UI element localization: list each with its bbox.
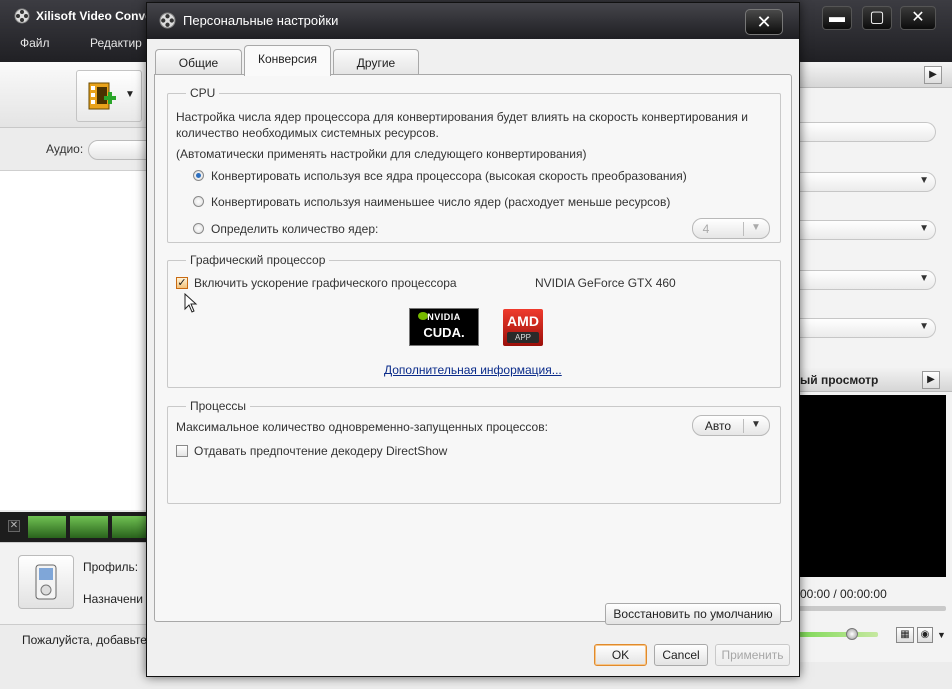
close-icon: ✕: [756, 12, 772, 32]
mouse-cursor-icon: [184, 293, 198, 313]
audio-label: Аудио:: [46, 142, 84, 156]
directshow-checkbox[interactable]: [176, 445, 188, 457]
menu-file[interactable]: Файл: [20, 36, 50, 50]
cancel-button[interactable]: Cancel: [654, 644, 708, 666]
gpu-group-legend: Графический процессор: [186, 253, 330, 267]
chevron-down-icon[interactable]: ▼: [937, 630, 946, 640]
expand-right-button[interactable]: ▶: [924, 66, 942, 84]
gpu-acceleration-checkbox[interactable]: ✓: [176, 277, 188, 289]
right-select-1[interactable]: ▼: [798, 172, 936, 192]
gpu-acceleration-label[interactable]: Включить ускорение графического процессо…: [194, 276, 457, 290]
amd-app-logo: AMD APP: [503, 309, 543, 346]
right-text-field[interactable]: [798, 122, 936, 142]
cores-count-value: 4: [702, 222, 710, 236]
preview-screen: [798, 395, 946, 577]
dialog-close-button[interactable]: ✕: [745, 9, 783, 35]
menu-edit[interactable]: Редактир: [90, 36, 142, 50]
max-processes-value: Авто: [704, 419, 732, 433]
conversion-tab-panel: CPU Настройка числа ядер процессора для …: [154, 74, 792, 625]
chevron-down-icon: ▼: [751, 222, 761, 233]
checkmark-icon: ✓: [177, 277, 187, 289]
dialog-titlebar: Персональные настройки ✕: [147, 3, 799, 39]
volume-slider[interactable]: [798, 632, 878, 637]
apply-button[interactable]: Применить: [715, 644, 790, 666]
audio-wave-bar: [0, 512, 148, 542]
time-readout: 00:00 / 00:00:00: [800, 587, 887, 601]
chevron-down-icon: ▼: [919, 175, 929, 186]
add-video-button[interactable]: ▼: [76, 70, 142, 122]
snapshot-settings-icon[interactable]: ▦: [896, 627, 914, 643]
minimize-button[interactable]: ▬: [822, 6, 852, 30]
chevron-down-icon: ▼: [919, 273, 929, 284]
preview-expand-button[interactable]: ▶: [922, 371, 940, 389]
radio-custom-cores-label[interactable]: Определить количество ядер:: [211, 222, 378, 236]
maximize-icon: ▢: [869, 9, 885, 26]
cpu-group-legend: CPU: [186, 86, 220, 100]
volume-handle[interactable]: [846, 628, 858, 640]
play-arrow-icon: ▶: [929, 69, 937, 80]
app-close-button[interactable]: ✕: [900, 6, 936, 30]
cpu-description-line-1: Настройка числа ядер процессора для конв…: [176, 110, 748, 124]
cores-count-select[interactable]: 4 ▼: [692, 218, 770, 239]
device-profile-button[interactable]: [18, 555, 74, 609]
app-logo-icon: [159, 12, 176, 29]
destination-label: Назначени: [83, 592, 143, 606]
close-icon: ✕: [911, 9, 925, 26]
app-logo-icon: [14, 8, 30, 24]
play-arrow-icon: ▶: [927, 374, 935, 385]
gpu-name: NVIDIA GeForce GTX 460: [535, 276, 676, 290]
file-list[interactable]: [0, 170, 148, 510]
restore-defaults-button[interactable]: Восстановить по умолчанию: [605, 603, 781, 625]
tab-general[interactable]: Общие: [155, 49, 242, 75]
radio-custom-cores[interactable]: [193, 223, 204, 234]
profile-label: Профиль:: [83, 560, 139, 574]
chevron-down-icon: ▼: [919, 321, 929, 332]
gpu-more-info-link[interactable]: Дополнительная информация...: [384, 363, 562, 377]
cpu-auto-apply-note: (Автоматически применять настройки для с…: [176, 147, 587, 161]
right-select-4[interactable]: ▼: [798, 318, 936, 338]
radio-min-cores[interactable]: [193, 196, 204, 207]
directshow-label[interactable]: Отдавать предпочтение декодеру DirectSho…: [194, 444, 447, 458]
seek-slider[interactable]: [798, 606, 946, 611]
preview-title: ый просмотр: [800, 373, 879, 387]
chevron-down-icon: ▼: [919, 223, 929, 234]
tab-conversion[interactable]: Конверсия: [244, 45, 331, 76]
chevron-down-icon: ▼: [125, 89, 135, 100]
dialog-body: Общие Конверсия Другие CPU Настройка чис…: [147, 39, 799, 676]
media-player-icon: [35, 564, 57, 600]
processes-group-legend: Процессы: [186, 399, 251, 413]
minimize-icon: ▬: [829, 9, 845, 26]
max-processes-label: Максимальное количество одновременно-зап…: [176, 420, 548, 434]
nvidia-cuda-logo: NVIDIA CUDA.: [409, 308, 479, 346]
dialog-title: Персональные настройки: [183, 13, 339, 28]
max-processes-select[interactable]: Авто ▼: [692, 415, 770, 436]
tab-other[interactable]: Другие: [333, 49, 419, 75]
chevron-down-icon: ▼: [751, 419, 761, 430]
radio-all-cores-label[interactable]: Конвертировать используя все ядра процес…: [211, 169, 687, 183]
right-select-3[interactable]: ▼: [798, 270, 936, 290]
right-select-2[interactable]: ▼: [798, 220, 936, 240]
radio-min-cores-label[interactable]: Конвертировать используя наименьшее числ…: [211, 195, 670, 209]
app-title: Xilisoft Video Conve: [36, 9, 152, 23]
cpu-description-line-2: количество необходимых системных ресурсо…: [176, 126, 439, 140]
maximize-button[interactable]: ▢: [862, 6, 892, 30]
ok-button[interactable]: OK: [594, 644, 647, 666]
status-text: Пожалуйста, добавьте: [22, 633, 147, 647]
preferences-dialog: Персональные настройки ✕ Общие Конверсия…: [146, 2, 800, 677]
camera-icon[interactable]: ◉: [917, 627, 933, 643]
radio-all-cores[interactable]: [193, 170, 204, 181]
add-video-icon: [88, 82, 116, 110]
wave-close-icon[interactable]: ✕: [8, 520, 20, 532]
